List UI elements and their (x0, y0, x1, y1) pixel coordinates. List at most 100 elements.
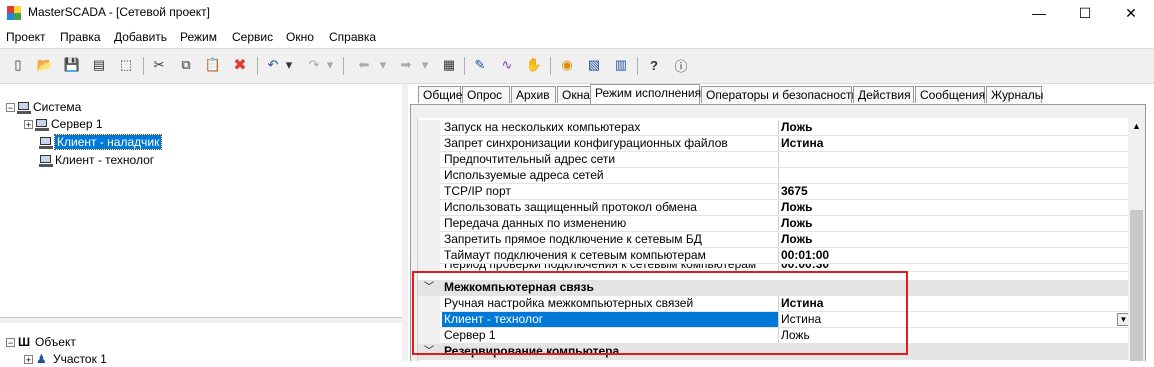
delete-icon[interactable]: ✖ (231, 56, 249, 74)
document-icon[interactable]: ▧ (585, 56, 603, 74)
property-value[interactable]: Ложь (778, 232, 1129, 247)
tree-root-label: Система (33, 100, 82, 114)
toolbar-separator (143, 57, 144, 75)
menu-edit[interactable]: Правка (60, 30, 101, 44)
property-value[interactable]: Истина (778, 296, 1129, 311)
property-value[interactable] (778, 168, 1129, 183)
expand-icon[interactable]: + (24, 355, 33, 365)
undo-icon[interactable]: ↶ (264, 56, 282, 74)
properties-icon[interactable]: ▦ (440, 56, 458, 74)
tab-archive[interactable]: Архив (511, 86, 556, 103)
property-name: Запрет синхронизации конфигурационных фа… (442, 136, 779, 151)
category-row[interactable]: ﹀ Резервирование компьютера (418, 344, 1129, 360)
tab-polling[interactable]: Опрос (462, 86, 510, 103)
property-value[interactable]: 3675 (778, 184, 1129, 199)
property-grid: Запуск на нескольких компьютерах Ложь Зап… (417, 118, 1129, 361)
property-name: Передача данных по изменению (442, 216, 779, 231)
property-name: Клиент - технолог (442, 312, 779, 327)
tree-item-server[interactable]: + Сервер 1 (24, 116, 103, 132)
cut-icon[interactable]: ✂ (150, 56, 168, 74)
property-row-selected[interactable]: Клиент - технолог Истина ▼ (418, 312, 1129, 328)
property-row[interactable]: Запуск на нескольких компьютерах Ложь (418, 120, 1129, 136)
pen-icon[interactable]: ✎ (471, 56, 489, 74)
property-row[interactable]: Таймаут подключения к сетевым компьютера… (418, 248, 1129, 264)
scroll-thumb[interactable] (1130, 210, 1143, 361)
property-row[interactable]: Использовать защищенный протокол обмена Л… (418, 200, 1129, 216)
tab-operators-security[interactable]: Операторы и безопасность (701, 86, 858, 103)
tab-runtime-mode[interactable]: Режим исполнения (590, 84, 701, 104)
property-value[interactable]: 00:00:30 (778, 264, 1129, 271)
undo-dropdown-icon[interactable]: ▾ (284, 56, 294, 74)
close-button[interactable]: ✕ (1108, 0, 1154, 26)
menu-add[interactable]: Добавить (114, 30, 167, 44)
scroll-up-icon[interactable]: ▲ (1128, 118, 1145, 135)
back-dropdown-icon[interactable]: ▾ (378, 56, 388, 74)
menu-help[interactable]: Справка (329, 30, 376, 44)
property-row[interactable]: TCP/IP порт 3675 (418, 184, 1129, 200)
property-row[interactable]: Ручная настройка межкомпьютерных связей И… (418, 296, 1129, 312)
redo-icon[interactable]: ↷ (305, 56, 323, 74)
new-icon[interactable]: ▯ (9, 56, 27, 74)
dropdown-value: Истина (781, 312, 822, 326)
property-value[interactable] (778, 152, 1129, 167)
tree-item-client-technologist[interactable]: Клиент - технолог (37, 152, 154, 168)
copy-icon[interactable]: ⧉ (177, 56, 195, 74)
back-icon[interactable]: ⬅ (355, 56, 373, 74)
property-row[interactable]: Предпочтительный адрес сети (418, 152, 1129, 168)
save-icon[interactable]: 💾 (63, 56, 81, 74)
collapse-icon[interactable]: − (6, 338, 15, 348)
tree-splitter[interactable] (0, 317, 402, 323)
tree-root-system[interactable]: − Система (6, 99, 81, 115)
tab-windows[interactable]: Окна (557, 86, 594, 103)
vertical-scrollbar[interactable]: ▲ (1128, 118, 1145, 361)
menu-window[interactable]: Окно (286, 30, 314, 44)
tab-actions[interactable]: Действия (853, 86, 914, 103)
tab-journals[interactable]: Журналы (986, 86, 1043, 103)
property-row[interactable]: Запрет синхронизации конфигурационных фа… (418, 136, 1129, 152)
menu-mode[interactable]: Режим (180, 30, 217, 44)
tab-strip: Общие Опрос Архив Окна Режим исполнения … (408, 84, 1154, 104)
forward-icon[interactable]: ➡ (397, 56, 415, 74)
collapse-icon[interactable]: − (6, 103, 15, 113)
tab-messages[interactable]: Сообщения (915, 86, 985, 103)
expand-icon[interactable]: + (24, 120, 33, 130)
property-value[interactable]: Истина (778, 136, 1129, 151)
hand-icon[interactable]: ✋ (525, 56, 543, 74)
tree-root-object[interactable]: − Ш Объект (6, 334, 76, 350)
property-row[interactable]: Передача данных по изменению Ложь (418, 216, 1129, 232)
redo-dropdown-icon[interactable]: ▾ (325, 56, 335, 74)
property-row[interactable]: Сервер 1 Ложь (418, 328, 1129, 344)
save-all-icon[interactable]: ▤ (90, 56, 108, 74)
vertical-splitter[interactable] (402, 84, 408, 361)
minimize-button[interactable]: — (1016, 0, 1062, 26)
forward-dropdown-icon[interactable]: ▾ (420, 56, 430, 74)
property-value[interactable]: Ложь (778, 216, 1129, 231)
property-row[interactable]: Используемые адреса сетей (418, 168, 1129, 184)
tree-item-client-adjuster[interactable]: Клиент - наладчик (37, 134, 163, 150)
property-row[interactable]: Период проверки подключения к сетевым ко… (418, 264, 1129, 272)
tab-general[interactable]: Общие (418, 86, 462, 103)
property-name: Ручная настройка межкомпьютерных связей (442, 296, 779, 311)
property-value[interactable]: Ложь (778, 328, 1129, 343)
stack-icon[interactable]: ▥ (612, 56, 630, 74)
section-icon: ♟ (36, 352, 47, 366)
open-icon[interactable]: 📂 (36, 56, 54, 74)
info-icon[interactable]: ⓘ (672, 56, 690, 74)
category-row[interactable]: ﹀ Межкомпьютерная связь (418, 280, 1129, 296)
paste-icon[interactable]: 📋 (204, 56, 222, 74)
maximize-button[interactable]: ☐ (1062, 0, 1108, 26)
property-value[interactable]: 00:01:00 (778, 248, 1129, 263)
help-pointer-icon[interactable]: ? (645, 56, 663, 74)
property-value[interactable]: Ложь (778, 120, 1129, 135)
property-value-dropdown[interactable]: Истина ▼ (778, 312, 1129, 327)
signal-icon[interactable]: ∿ (498, 56, 516, 74)
menu-service[interactable]: Сервис (232, 30, 273, 44)
chevron-down-icon[interactable]: ﹀ (424, 280, 434, 295)
property-row[interactable]: Запретить прямое подключение к сетевым Б… (418, 232, 1129, 248)
tree-item-section[interactable]: + ♟ Участок 1 (24, 351, 107, 367)
menu-project[interactable]: Проект (6, 30, 46, 44)
property-value[interactable]: Ложь (778, 200, 1129, 215)
palette-icon[interactable]: ◉ (558, 56, 576, 74)
export-icon[interactable]: ⬚ (117, 56, 135, 74)
chevron-down-icon[interactable]: ﹀ (424, 344, 434, 359)
